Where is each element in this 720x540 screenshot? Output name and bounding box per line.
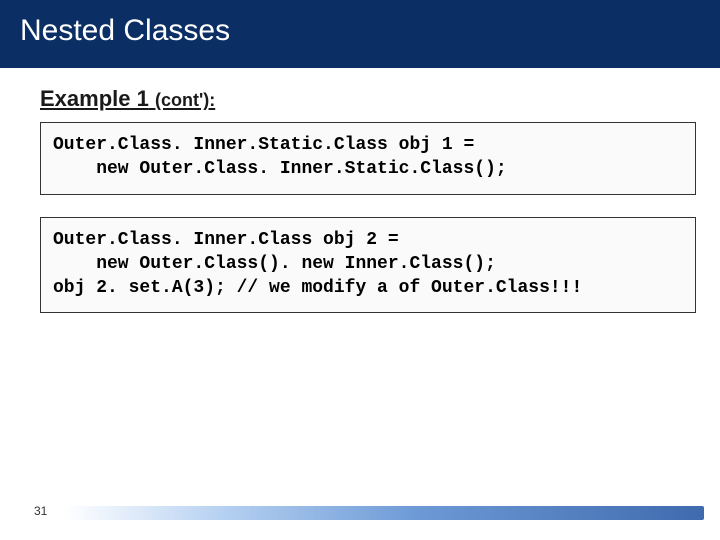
footer-gradient <box>64 506 704 520</box>
example-heading: Example 1 (cont'): <box>40 86 696 112</box>
page-number: 31 <box>34 504 47 518</box>
footer: 31 <box>0 498 720 520</box>
slide-body: Example 1 (cont'): Outer.Class. Inner.St… <box>0 68 720 313</box>
slide: Nested Classes Example 1 (cont'): Outer.… <box>0 0 720 540</box>
code-block-2: Outer.Class. Inner.Class obj 2 = new Out… <box>40 217 696 314</box>
example-heading-suffix: (cont'): <box>155 90 215 110</box>
code-block-1: Outer.Class. Inner.Static.Class obj 1 = … <box>40 122 696 195</box>
example-heading-main: Example 1 <box>40 86 149 111</box>
title-bar: Nested Classes <box>0 0 720 68</box>
slide-title: Nested Classes <box>20 14 230 47</box>
